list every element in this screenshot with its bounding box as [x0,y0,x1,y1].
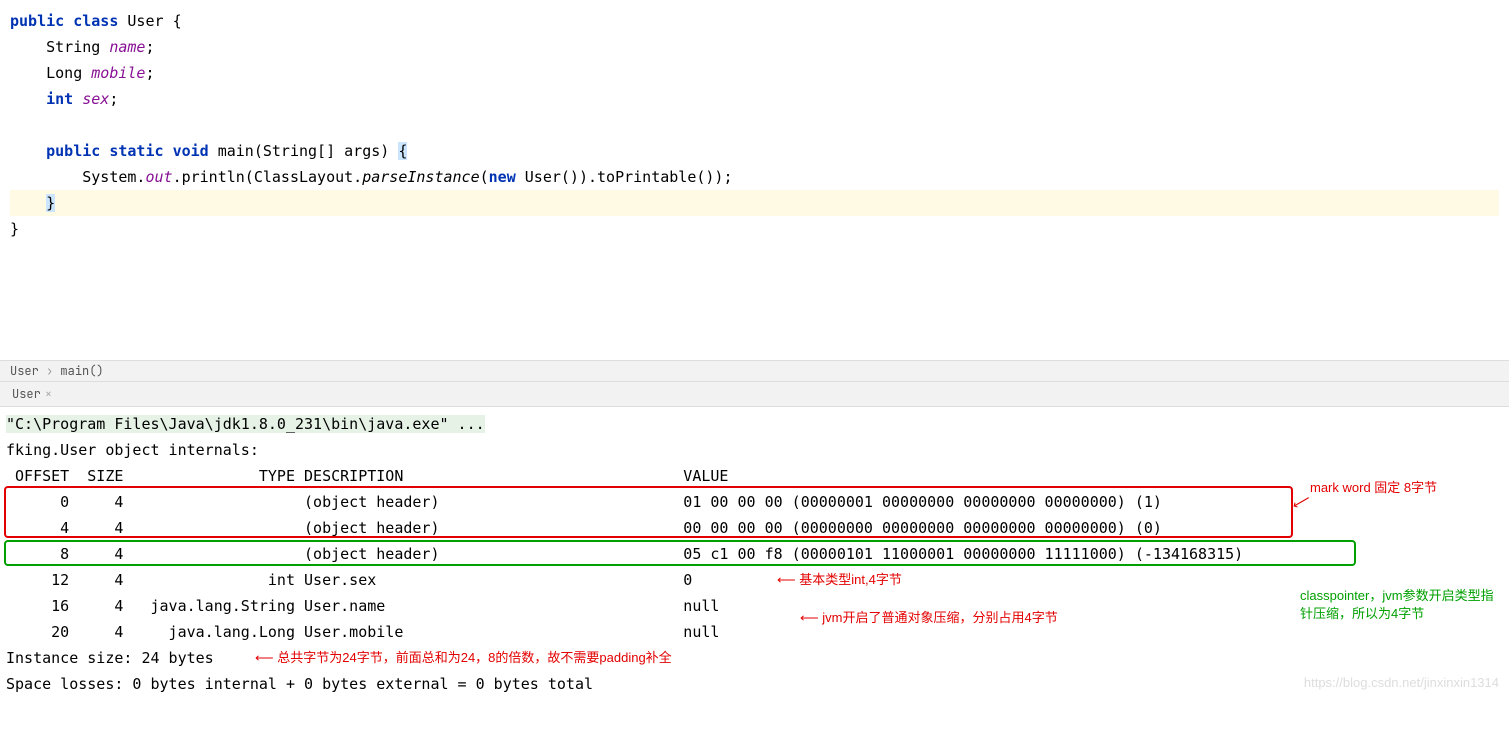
console-row: 8 4 (object header) 05 c1 00 f8 (0000010… [6,541,1503,567]
console-tab[interactable]: User× [8,384,56,404]
code-line: Long mobile; [10,60,1499,86]
code-line: public static void main(String[] args) { [10,138,1499,164]
annotation-instsize: ⟵ 总共字节为24字节，前面总和为24，8的倍数，故不需要padding补全 [255,645,672,671]
console-tab-bar: User× [0,382,1509,407]
arrow-icon: ⟵ [800,605,819,631]
console-footer: Instance size: 24 bytes [6,645,1503,671]
code-line: System.out.println(ClassLayout.parseInst… [10,164,1499,190]
annotation-int: ⟵ 基本类型int,4字节 [777,567,902,593]
annotation-objref: ⟵ jvm开启了普通对象压缩，分别占用4字节 [800,605,1058,631]
watermark: https://blog.csdn.net/jinxinxin1314 [1304,670,1499,696]
code-line [10,112,1499,138]
console-footer: Space losses: 0 bytes internal + 0 bytes… [6,671,1503,697]
annotation-markword: ⟵mark word 固定 8字节 [1310,475,1437,501]
breadcrumb-item[interactable]: User [10,363,39,379]
console-command: "C:\Program Files\Java\jdk1.8.0_231\bin\… [6,411,1503,437]
code-editor[interactable]: public class User { String name; Long mo… [0,0,1509,360]
annotation-classpointer: classpointer，jvm参数开启类型指针压缩，所以为4字节 [1300,587,1500,623]
breadcrumb-item[interactable]: main() [60,363,103,379]
console-row: 12 4 int User.sex 0 [6,567,1503,593]
arrow-icon: ⟵ [777,567,796,593]
breadcrumb: User main() [0,360,1509,382]
code-line: } [10,216,1499,242]
console-row: 16 4 java.lang.String User.name null [6,593,1503,619]
console-row: 0 4 (object header) 01 00 00 00 (0000000… [6,489,1503,515]
console-output[interactable]: "C:\Program Files\Java\jdk1.8.0_231\bin\… [0,407,1509,701]
console-line: fking.User object internals: [6,437,1503,463]
close-icon[interactable]: × [45,386,52,402]
arrow-icon: ⟵ [255,645,274,671]
console-row: 20 4 java.lang.Long User.mobile null [6,619,1503,645]
code-line: int sex; [10,86,1499,112]
code-line-highlighted: } [10,190,1499,216]
console-row: 4 4 (object header) 00 00 00 00 (0000000… [6,515,1503,541]
console-header: OFFSET SIZE TYPE DESCRIPTION VALUE [6,463,1503,489]
code-line: String name; [10,34,1499,60]
code-line: public class User { [10,8,1499,34]
